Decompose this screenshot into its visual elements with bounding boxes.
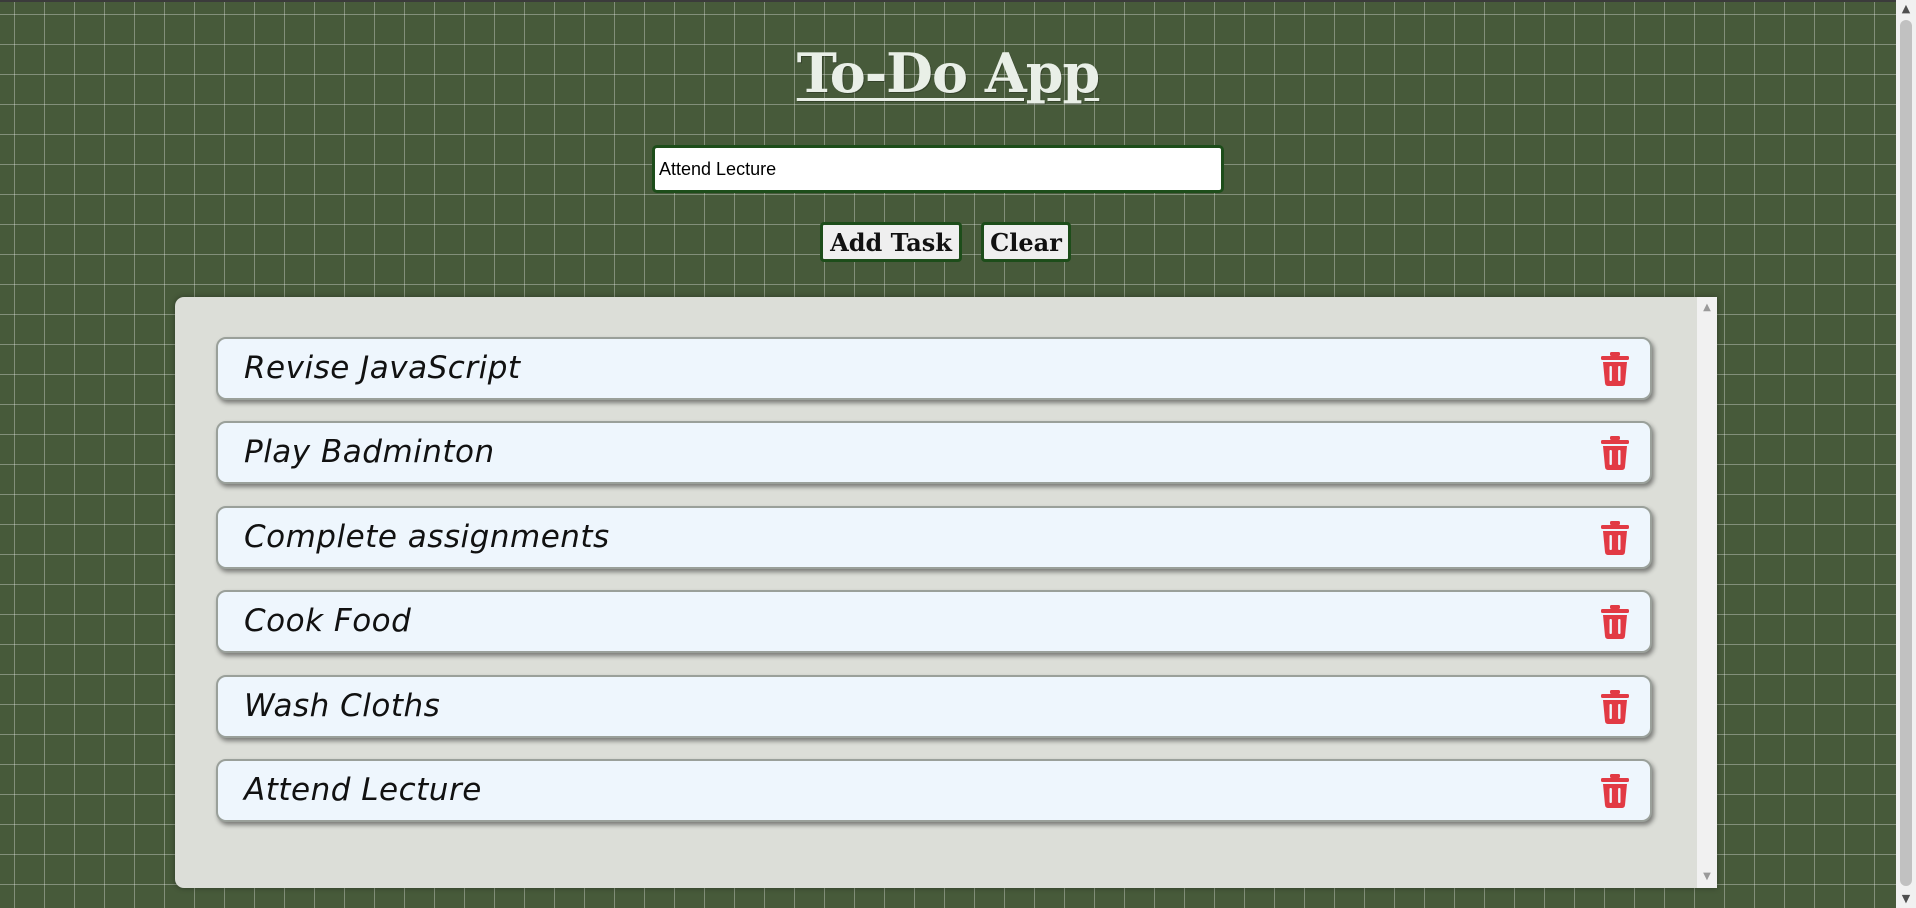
- task-item: Cook Food: [216, 590, 1652, 653]
- page-scrollbar-thumb[interactable]: [1900, 20, 1912, 886]
- scroll-up-arrow-icon[interactable]: ▲: [1697, 299, 1717, 317]
- task-text: Cook Food: [244, 603, 412, 639]
- page-scroll-down-icon[interactable]: ▼: [1896, 890, 1916, 908]
- page-title: To-Do App: [796, 41, 1100, 105]
- task-item: Play Badminton: [216, 421, 1652, 484]
- task-list-scrollbar[interactable]: ▲ ▼: [1697, 297, 1717, 888]
- task-text: Attend Lecture: [244, 772, 482, 808]
- add-task-button[interactable]: Add Task: [820, 222, 962, 262]
- task-item: Attend Lecture: [216, 759, 1652, 822]
- trash-icon[interactable]: [1598, 520, 1632, 556]
- task-item: Revise JavaScript: [216, 337, 1652, 400]
- scroll-down-arrow-icon[interactable]: ▼: [1697, 868, 1717, 886]
- task-text: Complete assignments: [244, 519, 610, 555]
- task-text: Play Badminton: [244, 434, 495, 470]
- task-text: Wash Cloths: [244, 688, 441, 724]
- task-text: Revise JavaScript: [244, 350, 521, 386]
- task-list: Revise JavaScript Play Badminton Complet…: [175, 297, 1717, 888]
- trash-icon[interactable]: [1598, 773, 1632, 809]
- page-scrollbar[interactable]: ▲ ▼: [1896, 0, 1916, 908]
- trash-icon[interactable]: [1598, 351, 1632, 387]
- task-input[interactable]: [652, 145, 1224, 193]
- page-scroll-up-icon[interactable]: ▲: [1896, 0, 1916, 18]
- task-item: Complete assignments: [216, 506, 1652, 569]
- trash-icon[interactable]: [1598, 435, 1632, 471]
- trash-icon[interactable]: [1598, 604, 1632, 640]
- window-top-edge: [0, 0, 1896, 2]
- trash-icon[interactable]: [1598, 689, 1632, 725]
- clear-button[interactable]: Clear: [981, 222, 1071, 262]
- task-item: Wash Cloths: [216, 675, 1652, 738]
